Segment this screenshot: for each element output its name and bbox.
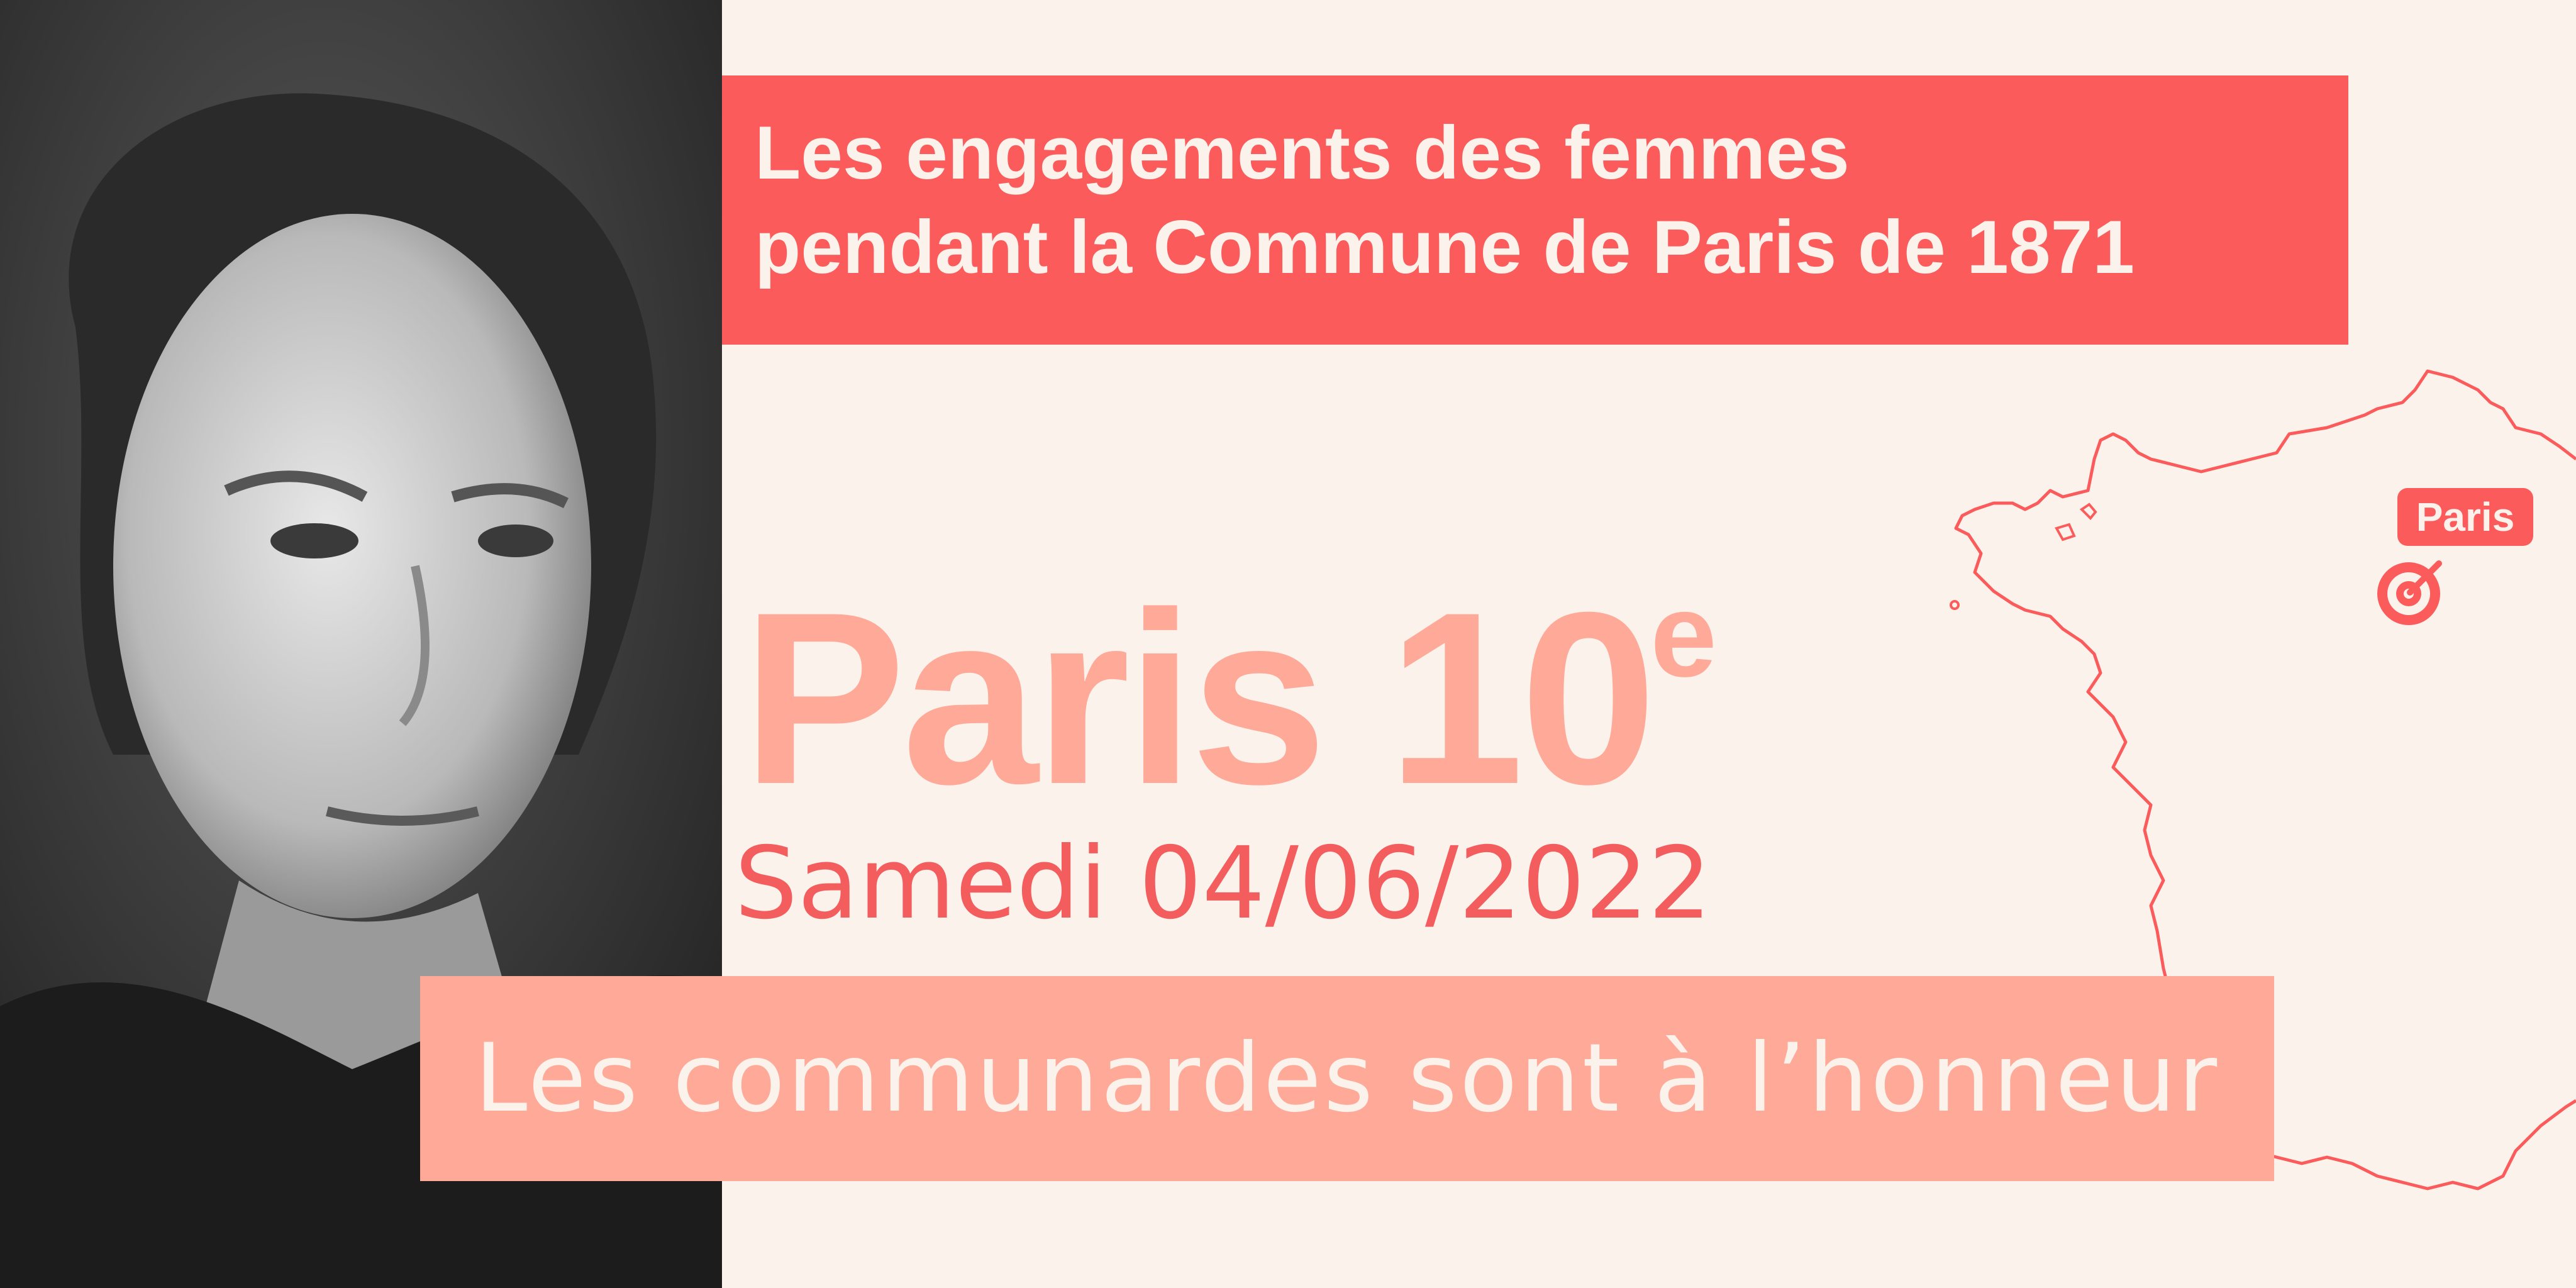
target-icon [2377,560,2442,625]
title-line-1: Les engagements des femmes [755,111,1850,195]
title-banner: Les engagements des femmes pendant la Co… [722,75,2348,345]
map-marker-label: Paris [2397,488,2533,546]
tagline-text: Les communardes sont à l’honneur [474,1024,2220,1133]
title-line-2: pendant la Commune de Paris de 1871 [755,205,2135,289]
location-city: Paris 10 [742,561,1657,835]
location-suffix: e [1650,569,1717,702]
event-location: Paris 10e [742,569,1717,862]
event-date: Samedi 04/06/2022 [735,826,1712,941]
tagline-banner: Les communardes sont à l’honneur [420,976,2274,1181]
